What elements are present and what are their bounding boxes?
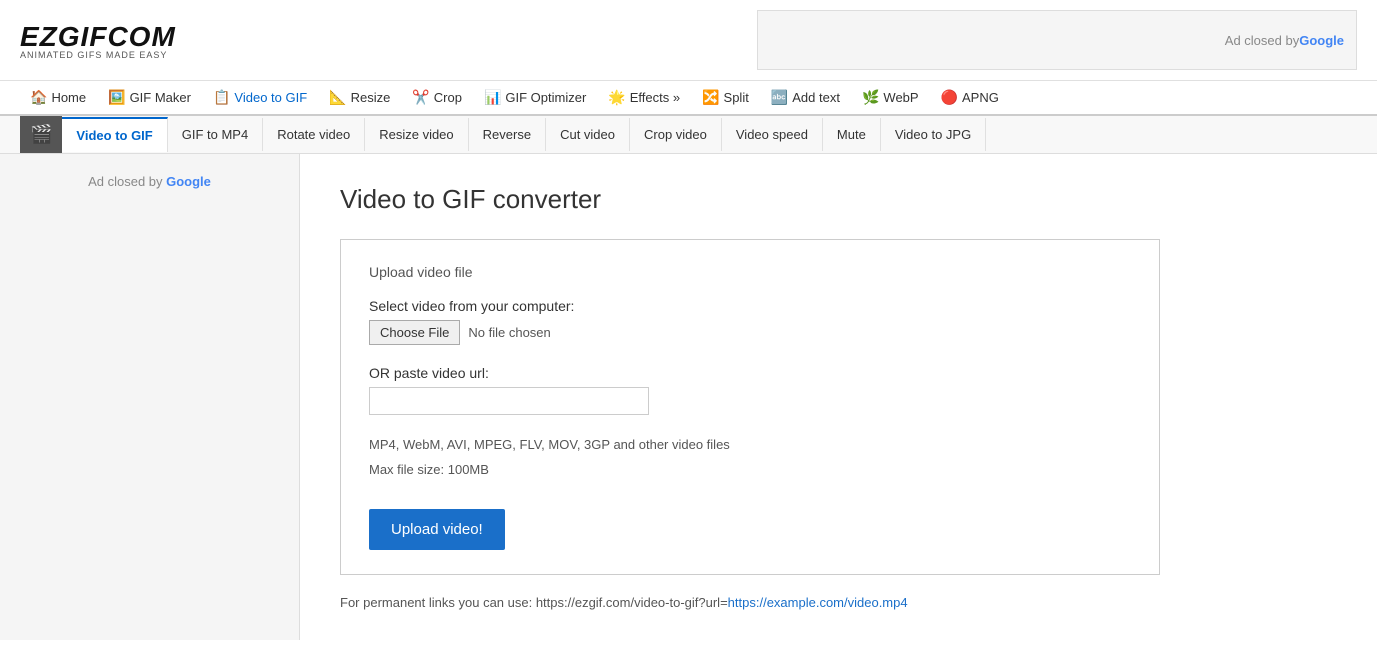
resize-icon: 📐 — [329, 89, 346, 106]
choose-file-button[interactable]: Choose File — [369, 320, 460, 345]
sub-nav-item-resize-video[interactable]: Resize video — [365, 118, 468, 151]
url-paste-group: OR paste video url: — [369, 365, 1131, 415]
max-size-text: Max file size: 100MB — [369, 460, 1131, 481]
logo-area: EZGIFCOM ANIMATED GIFS MADE EASY — [20, 21, 176, 60]
nav-item-gif-maker[interactable]: 🖼️ GIF Maker — [98, 81, 201, 114]
sidebar-ad: Ad closed by Google — [88, 174, 211, 189]
sub-nav-item-video-to-jpg[interactable]: Video to JPG — [881, 118, 986, 151]
footer-note: For permanent links you can use: https:/… — [340, 595, 1160, 610]
nav-item-gif-optimizer[interactable]: 📊 GIF Optimizer — [474, 81, 596, 114]
sidebar-google: Google — [166, 174, 211, 189]
sub-nav-item-video-to-gif[interactable]: Video to GIF — [62, 117, 167, 152]
gif-maker-icon: 🖼️ — [108, 89, 125, 106]
video-to-gif-label: Video to GIF — [234, 90, 307, 105]
content-wrapper: Ad closed by Google Video to GIF convert… — [0, 154, 1377, 640]
sub-nav-item-cut-video[interactable]: Cut video — [546, 118, 630, 151]
nav-item-effects[interactable]: 🌟 Effects » — [598, 81, 690, 114]
sidebar: Ad closed by Google — [0, 154, 300, 640]
upload-section-title: Upload video file — [369, 264, 1131, 280]
ad-top-area: Ad closed by Google — [216, 10, 1357, 70]
nav-item-home[interactable]: 🏠 Home — [20, 81, 96, 114]
nav-item-crop[interactable]: ✂️ Crop — [402, 81, 472, 114]
ad-top-google: Google — [1299, 33, 1344, 48]
sub-nav-item-mute[interactable]: Mute — [823, 118, 881, 151]
sidebar-ad-label: Ad closed by — [88, 174, 166, 189]
sub-nav: 🎬 Video to GIFGIF to MP4Rotate videoResi… — [0, 116, 1377, 154]
main-nav: 🏠 Home 🖼️ GIF Maker 📋 Video to GIF 📐 Resize ✂️ Cr… — [0, 81, 1377, 116]
nav-item-apng[interactable]: 🔴 APNG — [931, 81, 1009, 114]
sub-nav-item-crop-video[interactable]: Crop video — [630, 118, 722, 151]
sub-nav-item-video-speed[interactable]: Video speed — [722, 118, 823, 151]
webp-label: WebP — [883, 90, 918, 105]
gif-maker-label: GIF Maker — [130, 90, 191, 105]
effects-label: Effects » — [630, 90, 680, 105]
sub-nav-icon[interactable]: 🎬 — [20, 116, 62, 153]
crop-label: Crop — [434, 90, 462, 105]
apng-label: APNG — [962, 90, 999, 105]
gif-optimizer-icon: 📊 — [484, 89, 501, 106]
ad-top-label: Ad closed by — [1225, 33, 1299, 48]
nav-item-video-to-gif[interactable]: 📋 Video to GIF — [203, 81, 317, 114]
apng-icon: 🔴 — [941, 89, 958, 106]
sub-nav-item-gif-to-mp4[interactable]: GIF to MP4 — [168, 118, 263, 151]
file-formats-text: MP4, WebM, AVI, MPEG, FLV, MOV, 3GP and … — [369, 435, 1131, 456]
effects-icon: 🌟 — [608, 89, 625, 106]
main-content: Video to GIF converter Upload video file… — [300, 154, 1377, 640]
split-icon: 🔀 — [702, 89, 719, 106]
nav-item-resize[interactable]: 📐 Resize — [319, 81, 400, 114]
upload-button[interactable]: Upload video! — [369, 509, 505, 550]
footer-note-link[interactable]: https://example.com/video.mp4 — [728, 595, 908, 610]
nav-item-split[interactable]: 🔀 Split — [692, 81, 759, 114]
page-title: Video to GIF converter — [340, 184, 1337, 215]
logo-text[interactable]: EZGIFCOM — [20, 21, 176, 53]
ad-top-box: Ad closed by Google — [757, 10, 1357, 70]
sub-nav-item-rotate-video[interactable]: Rotate video — [263, 118, 365, 151]
footer-note-static: For permanent links you can use: https:/… — [340, 595, 728, 610]
nav-item-add-text[interactable]: 🔤 Add text — [761, 81, 850, 114]
file-info-group: MP4, WebM, AVI, MPEG, FLV, MOV, 3GP and … — [369, 435, 1131, 481]
add-text-label: Add text — [792, 90, 840, 105]
home-icon: 🏠 — [30, 89, 47, 106]
split-label: Split — [724, 90, 749, 105]
webp-icon: 🌿 — [862, 89, 879, 106]
no-file-text: No file chosen — [468, 325, 550, 340]
file-select-group: Select video from your computer: Choose … — [369, 298, 1131, 345]
top-bar: EZGIFCOM ANIMATED GIFS MADE EASY Ad clos… — [0, 0, 1377, 81]
sub-nav-item-reverse[interactable]: Reverse — [469, 118, 546, 151]
file-input-row: Choose File No file chosen — [369, 320, 1131, 345]
select-label: Select video from your computer: — [369, 298, 1131, 314]
add-text-icon: 🔤 — [771, 89, 788, 106]
or-paste-label: OR paste video url: — [369, 365, 1131, 381]
resize-label: Resize — [351, 90, 391, 105]
logo-tagline: ANIMATED GIFS MADE EASY — [20, 50, 176, 60]
gif-optimizer-label: GIF Optimizer — [505, 90, 586, 105]
upload-box: Upload video file Select video from your… — [340, 239, 1160, 575]
video-to-gif-icon: 📋 — [213, 89, 230, 106]
home-label: Home — [51, 90, 86, 105]
nav-item-webp[interactable]: 🌿 WebP — [852, 81, 929, 114]
url-input[interactable] — [369, 387, 649, 415]
crop-icon: ✂️ — [412, 89, 429, 106]
